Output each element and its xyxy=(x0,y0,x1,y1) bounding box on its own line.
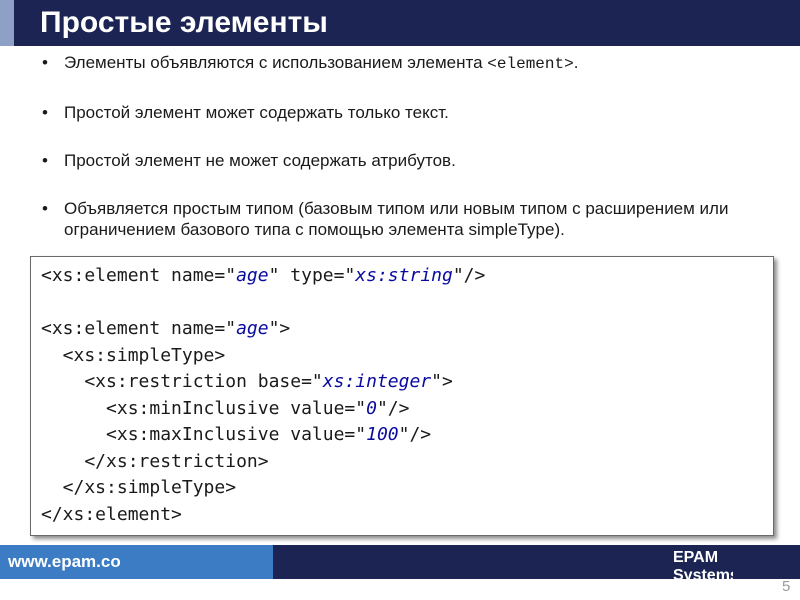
bullet-item: • Объявляется простым типом (базовым тип… xyxy=(40,198,760,240)
bullet-text: Элементы объявляются с использованием эл… xyxy=(64,53,488,72)
code-line: <xs:maxInclusive value="100"/> xyxy=(41,424,432,445)
code-line: <xs:restriction base="xs:integer"> xyxy=(41,371,453,392)
code-line: <xs:element name="age" type="xs:string"/… xyxy=(41,265,486,286)
footer-url-bar: www.epam.co xyxy=(0,545,273,579)
bullet-code: <element> xyxy=(487,55,574,73)
code-line: </xs:restriction> xyxy=(41,450,269,472)
code-line: </xs:element> xyxy=(41,503,182,525)
footer-company-bar: EPAM Systems xyxy=(273,545,800,579)
footer-company-line2: Systems xyxy=(673,567,733,579)
title-bar: Простые элементы xyxy=(0,0,800,46)
bullet-item: • Простой элемент может содержать только… xyxy=(40,102,760,123)
bullet-dot-icon: • xyxy=(42,53,48,72)
bullet-text: Объявляется простым типом (базовым типом… xyxy=(64,199,729,239)
bullet-dot-icon: • xyxy=(42,151,48,170)
slide-title: Простые элементы xyxy=(40,6,328,39)
code-box: <xs:element name="age" type="xs:string"/… xyxy=(30,256,774,536)
code-line: <xs:simpleType> xyxy=(41,344,226,366)
bullet-suffix: . xyxy=(573,53,579,72)
bullet-item: • Простой элемент не может содержать атр… xyxy=(40,150,760,171)
bullet-dot-icon: • xyxy=(42,199,48,218)
footer-url[interactable]: www.epam.co xyxy=(8,552,121,572)
bullet-text: Простой элемент не может содержать атриб… xyxy=(64,151,456,170)
bullet-list: • Элементы объявляются с использованием … xyxy=(40,52,760,267)
title-accent xyxy=(0,0,14,46)
code-block: <xs:element name="age" type="xs:string"/… xyxy=(41,263,485,528)
bullet-item: • Элементы объявляются с использованием … xyxy=(40,52,760,75)
code-line: <xs:element name="age"> xyxy=(41,318,291,339)
bullet-text: Простой элемент может содержать только т… xyxy=(64,103,449,122)
footer-company-line1: EPAM xyxy=(673,549,719,566)
code-line: </xs:simpleType> xyxy=(41,477,237,498)
code-line: <xs:minInclusive value="0"/> xyxy=(41,397,410,419)
page-number: 5 xyxy=(782,578,791,595)
bullet-dot-icon: • xyxy=(42,103,48,122)
